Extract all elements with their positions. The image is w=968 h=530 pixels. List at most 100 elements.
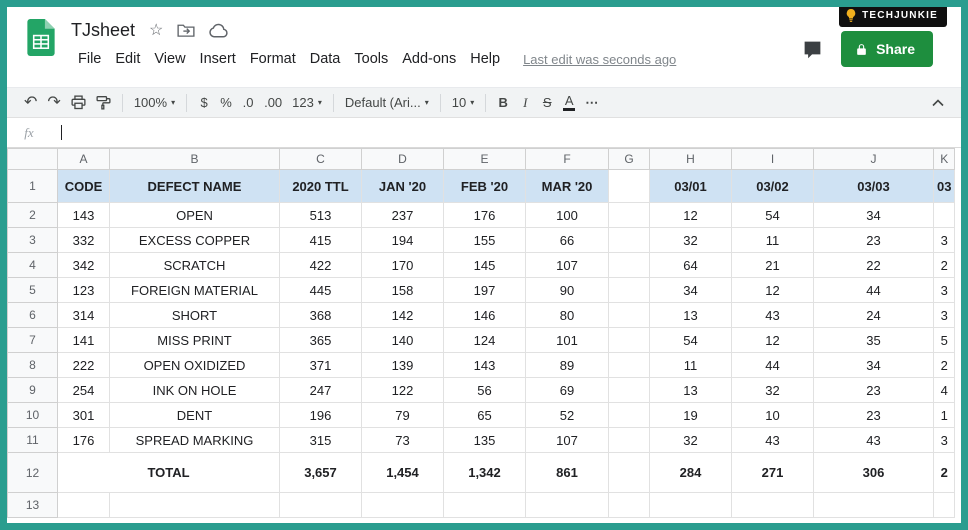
cell-E2[interactable]: 176: [444, 203, 526, 228]
cell-A5[interactable]: 123: [58, 278, 110, 303]
paint-format-button[interactable]: [91, 91, 116, 115]
menu-data[interactable]: Data: [303, 48, 348, 70]
bold-button[interactable]: B: [492, 91, 514, 115]
cell-K9[interactable]: 4: [934, 378, 955, 403]
column-header-D[interactable]: D: [362, 149, 444, 170]
cell-I9[interactable]: 32: [732, 378, 814, 403]
cell-K7[interactable]: 5: [934, 328, 955, 353]
cell-K3[interactable]: 3: [934, 228, 955, 253]
decrease-decimal-button[interactable]: .0: [237, 91, 259, 115]
cell-C8[interactable]: 371: [280, 353, 362, 378]
cell-K11[interactable]: 3: [934, 428, 955, 453]
font-size-select[interactable]: 10 ▾: [447, 91, 479, 115]
cell-K5[interactable]: 3: [934, 278, 955, 303]
cell-K13[interactable]: [934, 493, 955, 518]
comment-button[interactable]: [802, 39, 823, 60]
cell-E1[interactable]: FEB '20: [444, 170, 526, 203]
italic-button[interactable]: I: [514, 91, 536, 115]
row-header-4[interactable]: 4: [8, 253, 58, 278]
cell-H12[interactable]: 284: [650, 453, 732, 493]
menu-tools[interactable]: Tools: [347, 48, 395, 70]
move-folder-icon[interactable]: [177, 23, 195, 38]
cell-F11[interactable]: 107: [526, 428, 609, 453]
cell-D6[interactable]: 142: [362, 303, 444, 328]
cell-G2[interactable]: [609, 203, 650, 228]
cell-I5[interactable]: 12: [732, 278, 814, 303]
cell-A6[interactable]: 314: [58, 303, 110, 328]
more-toolbar-options-button[interactable]: ⋯: [580, 91, 604, 115]
cell-K4[interactable]: 2: [934, 253, 955, 278]
cell-G7[interactable]: [609, 328, 650, 353]
cell-H9[interactable]: 13: [650, 378, 732, 403]
font-family-select[interactable]: Default (Ari... ▾: [340, 91, 434, 115]
print-button[interactable]: [66, 91, 91, 115]
cell-F5[interactable]: 90: [526, 278, 609, 303]
row-header-3[interactable]: 3: [8, 228, 58, 253]
cell-J1[interactable]: 03/03: [814, 170, 934, 203]
cell-H3[interactable]: 32: [650, 228, 732, 253]
cell-A9[interactable]: 254: [58, 378, 110, 403]
cell-D5[interactable]: 158: [362, 278, 444, 303]
cell-J12[interactable]: 306: [814, 453, 934, 493]
row-header-11[interactable]: 11: [8, 428, 58, 453]
cell-C3[interactable]: 415: [280, 228, 362, 253]
column-header-I[interactable]: I: [732, 149, 814, 170]
cell-C12[interactable]: 3,657: [280, 453, 362, 493]
cloud-saved-icon[interactable]: [209, 23, 229, 38]
cell-I12[interactable]: 271: [732, 453, 814, 493]
hide-menus-button[interactable]: [927, 91, 949, 115]
menu-insert[interactable]: Insert: [193, 48, 243, 70]
cell-B13[interactable]: [110, 493, 280, 518]
cell-F10[interactable]: 52: [526, 403, 609, 428]
cell-I1[interactable]: 03/02: [732, 170, 814, 203]
cell-C5[interactable]: 445: [280, 278, 362, 303]
row-header-5[interactable]: 5: [8, 278, 58, 303]
cell-B2[interactable]: OPEN: [110, 203, 280, 228]
cell-E10[interactable]: 65: [444, 403, 526, 428]
cell-B10[interactable]: DENT: [110, 403, 280, 428]
format-currency-button[interactable]: $: [193, 91, 215, 115]
cell-G12[interactable]: [609, 453, 650, 493]
cell-H2[interactable]: 12: [650, 203, 732, 228]
cell-C10[interactable]: 196: [280, 403, 362, 428]
cell-B11[interactable]: SPREAD MARKING: [110, 428, 280, 453]
cell-E3[interactable]: 155: [444, 228, 526, 253]
cell-E4[interactable]: 145: [444, 253, 526, 278]
cell-J7[interactable]: 35: [814, 328, 934, 353]
cell-F9[interactable]: 69: [526, 378, 609, 403]
cell-H8[interactable]: 11: [650, 353, 732, 378]
row-header-7[interactable]: 7: [8, 328, 58, 353]
cell-G8[interactable]: [609, 353, 650, 378]
menu-format[interactable]: Format: [243, 48, 303, 70]
cell-H4[interactable]: 64: [650, 253, 732, 278]
menu-view[interactable]: View: [147, 48, 192, 70]
cell-D3[interactable]: 194: [362, 228, 444, 253]
cell-C7[interactable]: 365: [280, 328, 362, 353]
row-header-10[interactable]: 10: [8, 403, 58, 428]
cell-B7[interactable]: MISS PRINT: [110, 328, 280, 353]
row-header-9[interactable]: 9: [8, 378, 58, 403]
cell-J13[interactable]: [814, 493, 934, 518]
cell-I10[interactable]: 10: [732, 403, 814, 428]
cell-F6[interactable]: 80: [526, 303, 609, 328]
cell-E6[interactable]: 146: [444, 303, 526, 328]
cell-A13[interactable]: [58, 493, 110, 518]
cell-I8[interactable]: 44: [732, 353, 814, 378]
strikethrough-button[interactable]: S: [536, 91, 558, 115]
cell-E9[interactable]: 56: [444, 378, 526, 403]
cell-B4[interactable]: SCRATCH: [110, 253, 280, 278]
zoom-select[interactable]: 100% ▾: [129, 91, 180, 115]
cell-K6[interactable]: 3: [934, 303, 955, 328]
cell-D13[interactable]: [362, 493, 444, 518]
cell-E7[interactable]: 124: [444, 328, 526, 353]
cell-K1[interactable]: 03: [934, 170, 955, 203]
column-header-B[interactable]: B: [110, 149, 280, 170]
cell-D11[interactable]: 73: [362, 428, 444, 453]
column-header-A[interactable]: A: [58, 149, 110, 170]
column-header-C[interactable]: C: [280, 149, 362, 170]
cell-E13[interactable]: [444, 493, 526, 518]
cell-H6[interactable]: 13: [650, 303, 732, 328]
cell-F2[interactable]: 100: [526, 203, 609, 228]
cell-J11[interactable]: 43: [814, 428, 934, 453]
cell-J3[interactable]: 23: [814, 228, 934, 253]
